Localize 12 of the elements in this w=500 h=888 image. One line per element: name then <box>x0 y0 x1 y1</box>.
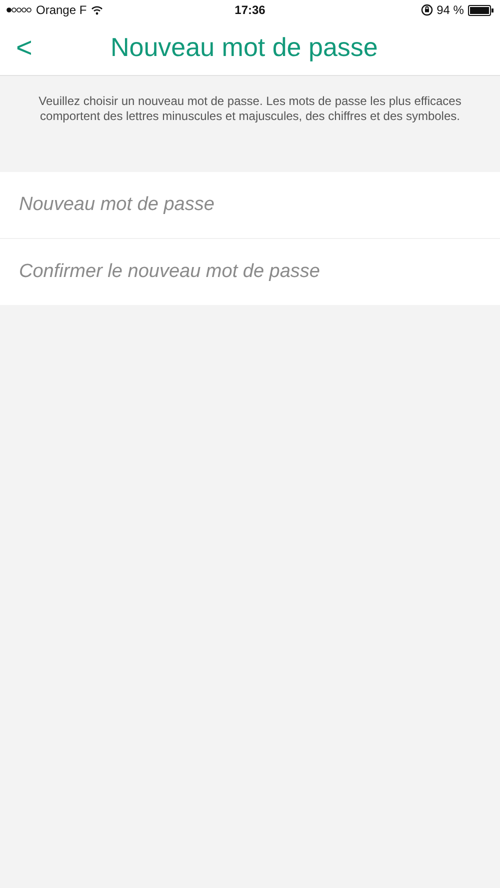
signal-icon <box>6 7 32 13</box>
status-time: 17:36 <box>234 2 266 19</box>
rotation-lock-icon <box>420 4 433 16</box>
password-field[interactable]: Confirmer le nouveau mot de passe <box>0 239 500 305</box>
carrier-name: Orange F <box>36 2 87 19</box>
page-title: Nouveau mot de passe <box>110 32 379 64</box>
wifi-icon <box>90 6 103 14</box>
battery-icon <box>468 4 494 16</box>
battery-percent: 94 % <box>436 2 464 19</box>
instruction-text: Veuillez choisir un nouveau mot de passe. Les mots de passe les plus efficaces comportent des lettres minuscules et majuscules, des chiffres et des symboles. <box>38 93 462 125</box>
back-button[interactable]: < <box>8 34 40 62</box>
password-field[interactable]: Nouveau mot de passe <box>0 172 500 238</box>
